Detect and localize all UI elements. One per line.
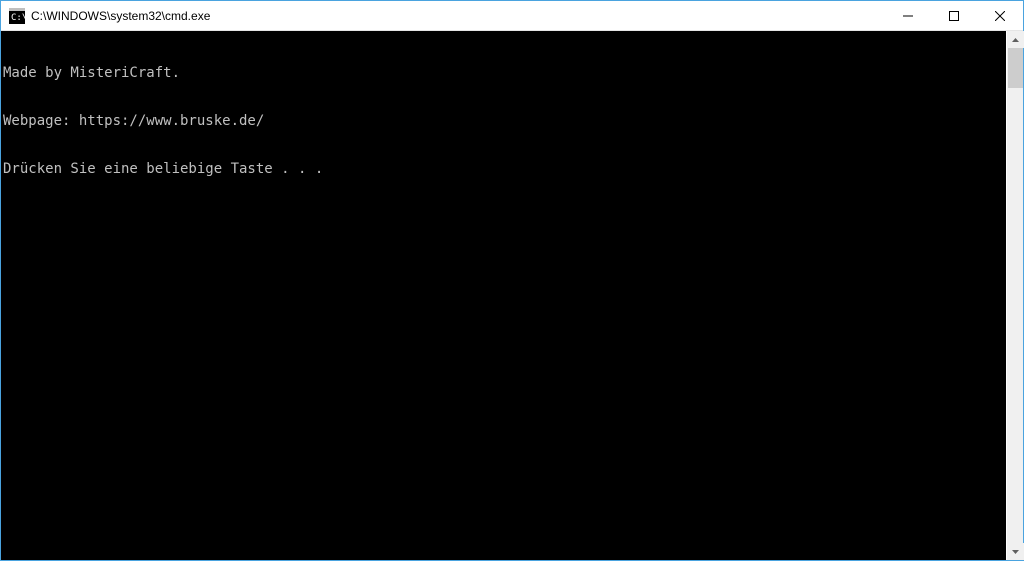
vertical-scrollbar[interactable] — [1006, 31, 1023, 560]
window-frame: C:\ C:\WINDOWS\system32\cmd.exe Made by … — [0, 0, 1024, 561]
console-line: Webpage: https://www.bruske.de/ — [3, 113, 1006, 129]
close-button[interactable] — [977, 1, 1023, 31]
window-title: C:\WINDOWS\system32\cmd.exe — [31, 9, 210, 23]
cmd-icon: C:\ — [9, 8, 25, 24]
titlebar[interactable]: C:\ C:\WINDOWS\system32\cmd.exe — [1, 1, 1023, 31]
scroll-thumb[interactable] — [1008, 48, 1023, 88]
scroll-down-button[interactable] — [1007, 543, 1024, 560]
svg-text:C:\: C:\ — [11, 13, 25, 23]
console-line: Made by MisteriCraft. — [3, 65, 1006, 81]
maximize-button[interactable] — [931, 1, 977, 31]
scroll-up-button[interactable] — [1007, 31, 1024, 48]
console-line: Drücken Sie eine beliebige Taste . . . — [3, 161, 1006, 177]
console-output[interactable]: Made by MisteriCraft. Webpage: https://w… — [1, 31, 1006, 560]
minimize-button[interactable] — [885, 1, 931, 31]
client-area: Made by MisteriCraft. Webpage: https://w… — [1, 31, 1023, 560]
